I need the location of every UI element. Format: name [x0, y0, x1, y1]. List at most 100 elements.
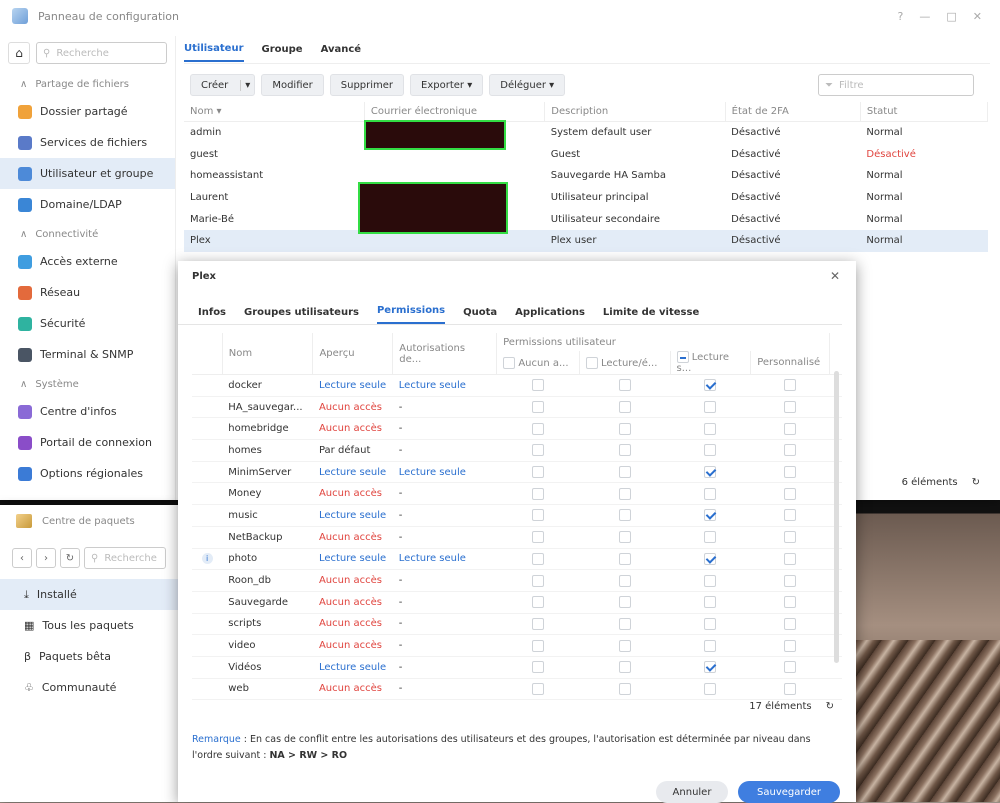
permission-checkbox-rw[interactable]: [618, 487, 631, 500]
permission-row[interactable]: MinimServer Lecture seule Lecture seule: [192, 461, 842, 484]
cancel-button[interactable]: Annuler: [656, 781, 728, 803]
home-icon[interactable]: ⌂: [8, 42, 30, 64]
permission-checkbox-ro[interactable]: [704, 639, 717, 652]
package-nav-item[interactable]: ⤓ Installé: [0, 579, 178, 610]
delete-button[interactable]: Supprimer: [329, 74, 405, 96]
permission-checkbox-na[interactable]: [531, 661, 544, 674]
permission-row[interactable]: video Aucun accès -: [192, 634, 842, 657]
permission-checkbox-na[interactable]: [531, 639, 544, 652]
permission-checkbox-ro[interactable]: [704, 379, 717, 392]
permission-checkbox-rw[interactable]: [618, 466, 631, 479]
col-group-auth[interactable]: Autorisations de...: [392, 333, 498, 375]
sidebar-item-utilisateur-et-groupe[interactable]: Utilisateur et groupe: [0, 158, 175, 189]
permission-checkbox-custom[interactable]: [784, 379, 796, 392]
permission-checkbox-rw[interactable]: [618, 682, 631, 695]
refresh-icon[interactable]: ↻: [826, 701, 834, 712]
permission-checkbox-ro[interactable]: [704, 422, 717, 435]
filter-input[interactable]: ⏷ Filtre: [818, 74, 974, 96]
sidebar-item-domaine-ldap[interactable]: Domaine/LDAP: [0, 189, 175, 220]
col-0[interactable]: Nom ▾: [184, 102, 365, 122]
permission-checkbox-ro[interactable]: [704, 596, 717, 609]
permission-row[interactable]: homebridge Aucun accès -: [192, 417, 842, 441]
permission-checkbox-rw[interactable]: [618, 552, 631, 565]
table-row[interactable]: admin System default user Désactivé Normal: [184, 122, 988, 144]
permission-row[interactable]: music Lecture seule -: [192, 504, 842, 527]
permission-checkbox-na[interactable]: [531, 487, 544, 500]
sidebar-item-services-de-fichiers[interactable]: Services de fichiers: [0, 127, 175, 158]
header-checkbox-rw[interactable]: [585, 356, 598, 369]
permission-checkbox-custom[interactable]: [784, 487, 796, 500]
maximize-icon[interactable]: □: [946, 10, 956, 23]
permission-checkbox-rw[interactable]: [618, 401, 631, 414]
permissions-scrollbar[interactable]: [834, 371, 839, 663]
col-no-access[interactable]: Aucun a...: [496, 351, 580, 375]
col-preview[interactable]: Aperçu: [312, 333, 394, 375]
header-checkbox-na[interactable]: [503, 356, 516, 369]
col-read-write[interactable]: Lecture/é...: [579, 351, 671, 375]
permission-checkbox-rw[interactable]: [618, 444, 631, 457]
dialog-tab[interactable]: Applications: [515, 307, 585, 324]
permission-checkbox-na[interactable]: [531, 509, 544, 522]
info-icon[interactable]: i: [201, 553, 213, 565]
permission-checkbox-ro[interactable]: [704, 617, 717, 630]
permission-checkbox-custom[interactable]: [784, 444, 796, 457]
col-3[interactable]: État de 2FA: [725, 102, 861, 122]
sidebar-item-options-r-gionales[interactable]: Options régionales: [0, 458, 175, 489]
package-nav-item[interactable]: ♧ Communauté: [0, 672, 178, 703]
package-nav-item[interactable]: ▦ Tous les paquets: [0, 610, 178, 641]
permission-checkbox-ro[interactable]: [704, 531, 717, 544]
header-checkbox-ro[interactable]: [676, 351, 689, 363]
permission-checkbox-custom[interactable]: [784, 552, 796, 565]
permission-row[interactable]: Vidéos Lecture seule -: [192, 656, 842, 679]
table-row[interactable]: guest Guest Désactivé Désactivé: [184, 143, 988, 165]
permission-checkbox-rw[interactable]: [618, 596, 631, 609]
sidebar-item-portail-de-connexion[interactable]: Portail de connexion: [0, 427, 175, 458]
sidebar-item-terminal-snmp[interactable]: Terminal & SNMP: [0, 339, 175, 370]
permission-checkbox-ro[interactable]: [704, 574, 717, 587]
permission-checkbox-custom[interactable]: [784, 531, 796, 544]
minimize-icon[interactable]: —: [919, 10, 930, 23]
permission-checkbox-na[interactable]: [531, 466, 544, 479]
permission-checkbox-custom[interactable]: [784, 682, 796, 695]
permission-checkbox-na[interactable]: [531, 401, 544, 414]
modify-button[interactable]: Modifier: [261, 74, 324, 96]
permission-checkbox-custom[interactable]: [784, 574, 796, 587]
sidebar-search-input[interactable]: ⚲ Recherche: [36, 42, 167, 64]
help-icon[interactable]: ?: [898, 10, 904, 23]
close-icon[interactable]: ✕: [973, 10, 982, 23]
permission-checkbox-na[interactable]: [531, 574, 544, 587]
permission-checkbox-rw[interactable]: [618, 617, 631, 630]
tab-groupe[interactable]: Groupe: [262, 38, 303, 61]
table-row[interactable]: Laurent Utilisateur principal Désactivé Nor…: [184, 187, 988, 209]
delegate-button[interactable]: Déléguer ▾: [489, 74, 566, 96]
permission-checkbox-custom[interactable]: [784, 639, 796, 652]
permission-row[interactable]: i photo Lecture seule Lecture seule: [192, 548, 842, 571]
col-2[interactable]: Description: [544, 102, 726, 122]
permission-checkbox-custom[interactable]: [784, 401, 796, 414]
permission-row[interactable]: homes Par défaut -: [192, 439, 842, 462]
permission-checkbox-ro[interactable]: [704, 661, 717, 674]
close-icon[interactable]: ✕: [830, 269, 840, 283]
package-search-input[interactable]: ⚲ Recherche: [84, 547, 166, 569]
export-button[interactable]: Exporter ▾: [410, 74, 484, 96]
permission-checkbox-rw[interactable]: [618, 639, 631, 652]
permission-checkbox-na[interactable]: [531, 617, 544, 630]
col-1[interactable]: Courrier électronique: [364, 102, 546, 122]
permission-checkbox-custom[interactable]: [784, 466, 796, 479]
permission-row[interactable]: NetBackup Aucun accès -: [192, 526, 842, 549]
refresh-icon[interactable]: ↻: [972, 477, 980, 488]
col-read-only[interactable]: Lecture s...: [670, 351, 752, 375]
permission-checkbox-custom[interactable]: [784, 661, 796, 674]
dialog-tab[interactable]: Quota: [463, 307, 497, 324]
create-button[interactable]: Créer ▾: [190, 74, 256, 96]
permission-checkbox-ro[interactable]: [704, 487, 717, 500]
table-row[interactable]: Plex Plex user Désactivé Normal: [184, 229, 988, 252]
sidebar-item-centre-d-infos[interactable]: Centre d'infos: [0, 396, 175, 427]
dialog-tab[interactable]: Permissions: [376, 305, 446, 324]
section-file-sharing[interactable]: ∧ Partage de fichiers: [0, 70, 175, 96]
refresh-icon[interactable]: ↻: [60, 548, 80, 568]
dialog-tab[interactable]: Limite de vitesse: [603, 307, 699, 324]
tab-avancé[interactable]: Avancé: [321, 38, 361, 61]
col-4[interactable]: Statut: [860, 102, 989, 122]
permission-checkbox-rw[interactable]: [618, 509, 631, 522]
